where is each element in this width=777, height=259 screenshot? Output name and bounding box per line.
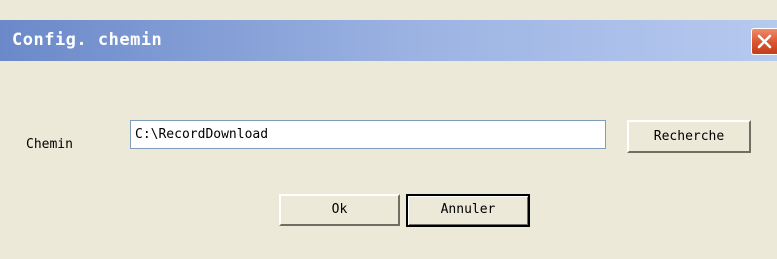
title-bar[interactable]: Config. chemin — [0, 20, 777, 61]
browse-button[interactable]: Recherche — [627, 120, 751, 153]
path-input[interactable] — [130, 120, 606, 149]
ok-button[interactable]: Ok — [279, 194, 400, 226]
path-label: Chemin — [26, 137, 73, 152]
window-title: Config. chemin — [12, 30, 163, 50]
dialog-body: Chemin Recherche Ok Annuler — [0, 61, 777, 259]
cancel-button[interactable]: Annuler — [406, 194, 530, 227]
path-config-dialog: Config. chemin Chemin Recherche Ok Annul… — [0, 0, 777, 259]
close-button[interactable] — [751, 28, 777, 55]
close-icon — [757, 34, 772, 49]
